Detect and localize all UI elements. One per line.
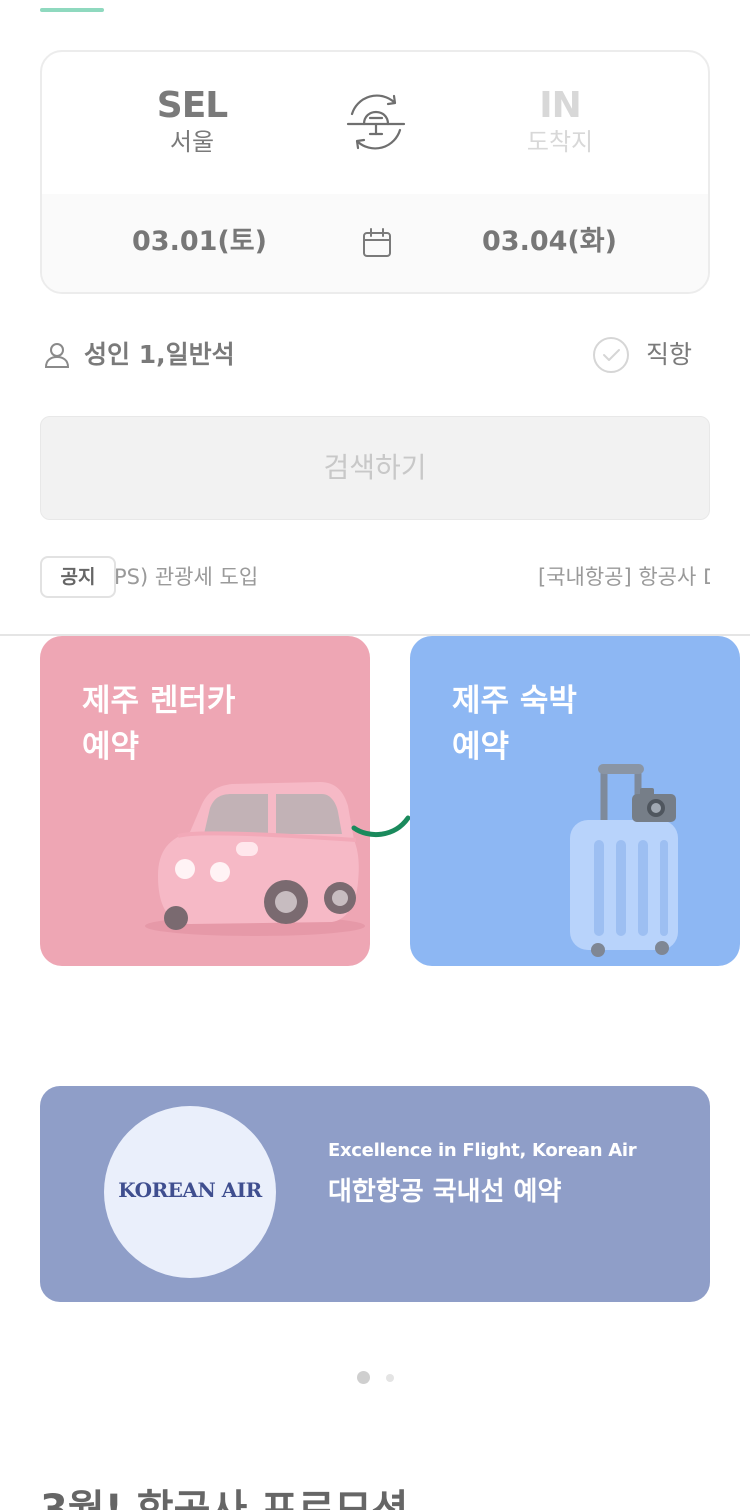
arrival-code: IN [539, 85, 582, 126]
plane-swap-icon[interactable] [342, 88, 410, 156]
check-circle-icon[interactable] [592, 336, 630, 374]
departure-code: SEL [156, 85, 228, 126]
passenger-class-selector[interactable]: 성인 1,일반석 [84, 338, 235, 372]
korean-air-banner[interactable]: KOREAN AIR Excellence in Flight, Korean … [40, 1086, 710, 1302]
promo-title: 제주 숙박 예약 [452, 683, 577, 765]
notice-ticker[interactable]: 공지 PS) 관광세 도입 [국내항공] 항공사 D [40, 556, 710, 600]
departure-city: 서울 [169, 128, 215, 156]
arrival-city: 도착지 [526, 128, 594, 156]
logo-text: KOREAN AIR [118, 1178, 262, 1202]
promo-title: 제주 렌터카 예약 [82, 683, 236, 765]
person-icon [44, 343, 70, 368]
arrival-airport[interactable]: IN 도착지 [460, 84, 660, 156]
date-row: 03.01(토) 03.04(화) [42, 194, 708, 292]
departure-date[interactable]: 03.01(토) [132, 224, 267, 260]
notice-badge: 공지 [40, 556, 116, 598]
carousel-pagination [357, 1371, 397, 1385]
banner-subtitle: Excellence in Flight, Korean Air [328, 1140, 637, 1161]
passenger-row: 성인 1,일반석 직항 [40, 330, 710, 380]
jeju-accommodation-promo-card[interactable]: 제주 숙박 예약 [410, 636, 740, 966]
active-tab-indicator [40, 8, 104, 12]
departure-airport[interactable]: SEL 서울 [92, 84, 292, 156]
flight-search-card: SEL 서울 IN 도착지 03.01(토) 03.04(화) [40, 50, 710, 294]
return-date[interactable]: 03.04(화) [482, 224, 617, 260]
korean-air-logo: KOREAN AIR [104, 1106, 276, 1278]
section-title: 3월! 항공사 프로모션 [40, 1487, 409, 1510]
notice-item[interactable]: [국내항공] 항공사 D [538, 562, 710, 592]
calendar-icon[interactable] [360, 226, 394, 260]
banner-title: 대한항공 국내선 예약 [328, 1177, 562, 1207]
loading-arc-icon [351, 815, 411, 838]
notice-item[interactable]: PS) 관광세 도입 [114, 562, 258, 592]
search-button[interactable]: 검색하기 [40, 416, 710, 520]
jeju-rentcar-promo-card[interactable]: 제주 렌터카 예약 [40, 636, 370, 966]
direct-flight-toggle[interactable]: 직항 [646, 338, 692, 372]
pagination-dot-active[interactable] [357, 1371, 370, 1384]
route-row: SEL 서울 IN 도착지 [42, 52, 708, 194]
pagination-dot[interactable] [386, 1374, 394, 1382]
